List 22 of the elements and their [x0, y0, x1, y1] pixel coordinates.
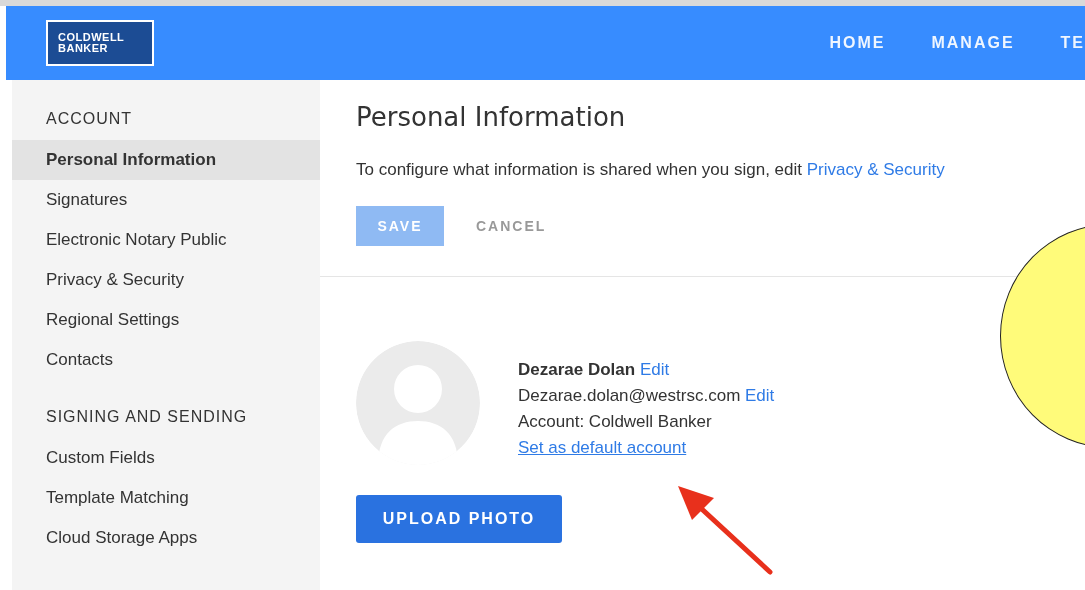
sidebar-item[interactable]: Regional Settings: [12, 300, 320, 340]
account-name: Account: Coldwell Banker: [518, 412, 712, 431]
section-heading: SIGNING AND SENDING: [45, 408, 249, 426]
page-title: Personal Information: [356, 102, 627, 132]
privacy-link[interactable]: Privacy & Security: [806, 160, 945, 179]
sidebar-item[interactable]: Signatures: [12, 180, 320, 220]
upload-photo-button[interactable]: UPLOAD PHOTO: [356, 495, 562, 543]
edit-link[interactable]: Edit: [639, 360, 670, 379]
sidebar-item[interactable]: Contacts: [12, 340, 320, 380]
edit-link[interactable]: Edit: [745, 386, 775, 405]
section-heading: ACCOUNT: [45, 110, 134, 128]
intro-text: To configure what information is shared when you sign, edit Privacy & Security: [356, 160, 946, 180]
sidebar-item[interactable]: Template Matching: [12, 478, 320, 518]
user-name: Dezarae Dolan: [518, 360, 636, 379]
sidebar-item[interactable]: Electronic Notary Public: [12, 220, 320, 260]
sidebar-item[interactable]: Custom Fields: [12, 438, 320, 478]
sidebar-item[interactable]: Cloud Storage Apps: [12, 518, 320, 558]
default-account-link[interactable]: Set as default account: [518, 438, 687, 457]
sidebar-item[interactable]: Privacy & Security: [12, 260, 320, 300]
user-email: Dezarae.dolan@westrsc.com: [518, 386, 741, 405]
logo[interactable]: COLDWELL BANKER: [46, 20, 154, 66]
sidebar-item[interactable]: Personal Information: [12, 140, 320, 180]
